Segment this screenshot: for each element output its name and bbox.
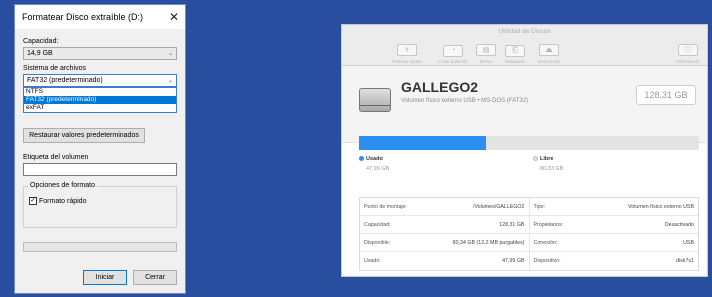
volume-subtitle: Volumen físico externo USB • MS-DOS (FAT… [401,98,529,104]
restore-defaults-button[interactable]: Restaurar valores predeterminados [23,128,145,143]
first-aid-icon: ⚕ [397,44,417,56]
disk-utility-toolbar: Utilidad de Discos ⚕ Primera Ayuda ◔ Cre… [342,25,707,66]
capacity-badge: 128,31 GB [636,85,696,105]
partition-button[interactable]: ◔ Crear partición [438,39,468,64]
filesystem-select[interactable]: FAT32 (predeterminado) ⌄ [23,74,177,87]
format-options-legend: Opciones de formato [28,182,97,189]
volume-label-label: Etiqueta del volumen [23,154,89,161]
capacity-label: Capacidad: [23,38,59,45]
first-aid-label: Primera Ayuda [392,59,422,64]
filesystem-option-fat32[interactable]: FAT32 (predeterminado) [24,96,176,104]
device-key: Dispositivo: [533,258,561,264]
info-row: Usado: 47,99 GB Dispositivo: disk7s1 [360,252,698,270]
restore-button[interactable]: ⎗ Restaurar [500,39,530,64]
capacity-select[interactable]: 14,9 GB ⌄ [23,47,177,60]
external-drive-icon [359,88,391,112]
filesystem-option-ntfs[interactable]: NTFS [24,88,176,96]
close-icon[interactable]: ✕ [169,11,179,23]
quick-format-option[interactable]: ✓ Formato rápido [29,197,171,205]
free-label: Libre [540,156,554,162]
filesystem-label: Sistema de archivos [23,65,87,72]
info-row: Capacidad: 128,31 GB Propietarios: Desacti… [360,216,698,234]
erase-label: Borrar [479,59,493,64]
mount-point-value: /Volumes/GALLEGO2 [472,203,525,210]
info-row: Punto de montaje: /Volumes/GALLEGO2 Tipo:… [360,198,698,216]
device-value: disk7s1 [676,258,694,264]
quick-format-checkbox[interactable]: ✓ [29,197,37,205]
info-row: Disponible: 80,34 GB (12,2 MB purgables) … [360,234,698,252]
usage-bar [359,136,699,150]
available-value: 80,34 GB (12,2 MB purgables) [452,239,525,246]
info-icon: ⓘ [678,44,698,56]
used-legend: Usado 47,99 GB [359,156,389,172]
partition-label: Crear partición [438,59,468,64]
used-key: Usado: [364,258,381,264]
volume-info-table: Punto de montaje: /Volumes/GALLEGO2 Tipo:… [359,197,699,271]
disk-utility-window: Utilidad de Discos ⚕ Primera Ayuda ◔ Cre… [341,24,708,277]
erase-icon: ▤ [476,44,496,56]
window-title: Utilidad de Discos [498,28,551,35]
restore-icon: ⎗ [505,45,525,57]
type-value: Volumen físico externo USB [628,203,694,210]
capacity-value-cell: 128,31 GB [499,221,525,228]
chevron-down-icon: ⌄ [167,51,173,57]
dialog-title: Formatear Disco extraíble (D:) [22,12,144,22]
volume-header: GALLEGO2 Volumen físico externo USB • MS… [342,66,707,143]
used-dot-icon [359,156,364,162]
owners-value: Desactivado [664,221,694,228]
quick-format-label: Formato rápido [39,197,87,205]
type-key: Tipo: [533,203,546,210]
available-key: Disponible: [364,239,391,246]
connection-key: Conexión: [533,239,558,246]
format-progress-bar [23,242,177,252]
close-button[interactable]: Cerrar [133,270,177,285]
start-button[interactable]: Iniciar [83,270,127,285]
mount-point-key: Punto de montaje: [364,203,407,210]
used-value-cell: 47,99 GB [502,258,525,264]
usage-bar-used [359,136,487,150]
filesystem-value: FAT32 (predeterminado) [27,77,103,84]
unmount-button[interactable]: ⏏ Desmontar [534,39,564,64]
used-label: Usado [366,156,383,162]
filesystem-option-exfat[interactable]: exFAT [24,104,176,112]
format-options-group: Opciones de formato ✓ Formato rápido [23,182,177,228]
free-dot-icon [533,156,538,162]
erase-button[interactable]: ▤ Borrar [471,39,501,64]
unmount-label: Desmontar [537,59,560,64]
first-aid-button[interactable]: ⚕ Primera Ayuda [392,39,422,64]
volume-name: GALLEGO2 [401,79,479,95]
connection-value: USB [683,239,694,246]
capacity-value: 14,9 GB [27,50,53,57]
filesystem-dropdown: NTFS FAT32 (predeterminado) exFAT [23,87,177,113]
info-label: Información [676,59,700,64]
volume-label-input[interactable] [23,163,177,176]
owners-key: Propietarios: [533,221,564,228]
dialog-title-bar: Formatear Disco extraíble (D:) ✕ [15,5,185,29]
capacity-key: Capacidad: [364,221,391,228]
free-value: 80,33 GB [540,166,564,172]
info-button[interactable]: ⓘ Información [673,39,703,64]
used-value: 47,99 GB [366,166,390,172]
chevron-down-icon: ⌄ [167,78,173,84]
partition-icon: ◔ [443,44,463,57]
unmount-icon: ⏏ [539,44,559,56]
free-legend: Libre 80,33 GB [533,156,563,172]
format-dialog: Formatear Disco extraíble (D:) ✕ Capacid… [14,4,186,294]
restore-label: Restaurar [505,59,525,64]
